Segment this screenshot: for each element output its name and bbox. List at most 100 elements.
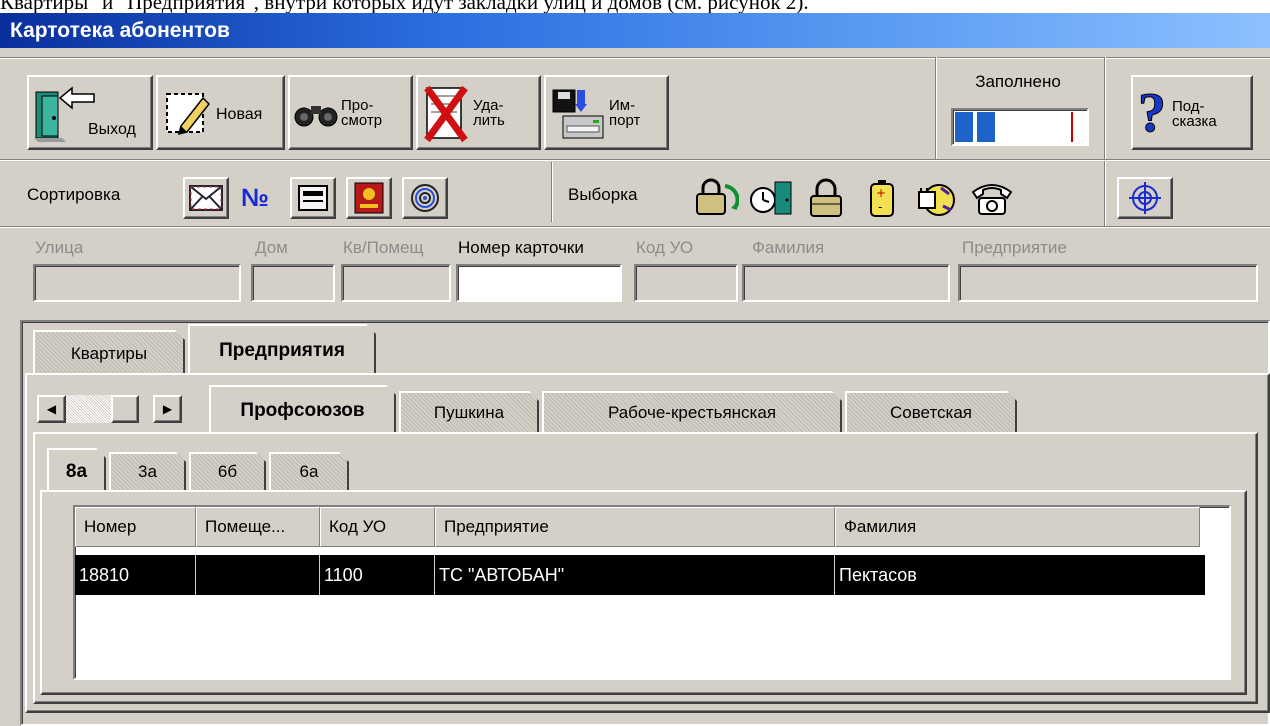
cell-premises: [196, 555, 320, 595]
binoculars-icon: [294, 105, 338, 126]
tab-street-label: Пушкина: [433, 403, 505, 422]
card-number-field[interactable]: [456, 264, 622, 302]
sort-by-fingerprint-button[interactable]: [402, 177, 448, 219]
svg-text:-: -: [878, 200, 882, 214]
enterprise-field[interactable]: [958, 264, 1258, 302]
new-card-icon: [166, 92, 211, 135]
grid-header: Номер Помеще... Код УО Предприятие Фамил…: [75, 507, 1229, 547]
cell-enterprise: ТС "АВТОБАН": [435, 555, 835, 595]
house-field[interactable]: [251, 264, 335, 302]
help-button[interactable]: ? Под- сказка: [1131, 75, 1253, 150]
register-icon: [298, 185, 328, 211]
svg-text:?: ?: [1138, 85, 1166, 141]
question-mark-icon: ?: [1138, 85, 1167, 141]
tab-street-profsoyuzov[interactable]: Профсоюзов: [209, 385, 396, 435]
import-button[interactable]: Им- порт: [544, 75, 669, 150]
surname-field[interactable]: [742, 264, 950, 302]
exit-door-icon: [34, 85, 95, 142]
help-button-label: Под- сказка: [1172, 97, 1217, 130]
column-header[interactable]: Фамилия: [835, 507, 1200, 547]
svg-text:+: +: [876, 186, 886, 200]
document-caption: Квартиры" и "Предприятия", внутри которы…: [0, 0, 809, 13]
tab-house-6b[interactable]: 6б: [189, 452, 266, 490]
select-plug-button[interactable]: [910, 176, 962, 220]
enterprise-label: Предприятие: [962, 238, 1067, 257]
column-header[interactable]: Код УО: [320, 507, 435, 547]
sort-by-number-button[interactable]: №: [232, 177, 278, 219]
select-battery-button[interactable]: + -: [856, 176, 908, 220]
filled-label: Заполнено: [975, 72, 1061, 91]
subscriber-grid[interactable]: Номер Помеще... Код УО Предприятие Фамил…: [73, 505, 1231, 680]
column-header[interactable]: Помеще...: [196, 507, 320, 547]
tab-street-label: Профсоюзов: [240, 400, 365, 421]
delete-button-label: Уда- лить: [473, 96, 505, 129]
tab-apartments-label: Квартиры: [70, 343, 148, 363]
target-button[interactable]: [1117, 177, 1173, 219]
select-locked-button[interactable]: [688, 176, 744, 220]
filled-progress: [951, 108, 1089, 146]
street-field[interactable]: [33, 264, 241, 302]
crosshair-icon: [1129, 182, 1161, 214]
tab-street-pushkina[interactable]: Пушкина: [399, 391, 539, 433]
lock-cycle-icon: [696, 178, 739, 215]
right-divider: [1104, 57, 1106, 227]
plug-icon: [918, 184, 955, 216]
progress-block-2: [977, 112, 995, 142]
progress-marker: [1071, 112, 1073, 142]
row-separator-2: [0, 226, 1270, 228]
new-button-label: Новая: [216, 105, 263, 123]
scroll-thumb[interactable]: [111, 395, 139, 423]
select-door-clock-button[interactable]: [746, 176, 798, 220]
padlock-icon: [810, 178, 842, 217]
sort-select-divider: [551, 162, 553, 222]
new-button[interactable]: Новая: [156, 75, 285, 150]
exit-button[interactable]: Выход: [27, 75, 153, 150]
row-separator-1: [0, 159, 1270, 161]
select-phone-button[interactable]: [966, 176, 1018, 220]
tab-house-3a[interactable]: 3а: [109, 452, 186, 490]
delete-button[interactable]: Уда- лить: [416, 75, 541, 150]
scroll-track[interactable]: [66, 395, 111, 423]
cell-uo-code: 1100: [320, 555, 435, 595]
view-button-label: Про- смотр: [341, 96, 383, 129]
tab-enterprises[interactable]: Предприятия: [188, 324, 376, 376]
sort-label: Сортировка: [27, 185, 121, 204]
battery-icon: + -: [870, 180, 894, 217]
tab-house-label: 8а: [65, 461, 88, 482]
select-lock-button[interactable]: [800, 176, 852, 220]
tab-street-raboche-krestyanskaya[interactable]: Рабоче-крестьянская: [542, 391, 842, 433]
sort-by-envelope-button[interactable]: [183, 177, 229, 219]
import-disk-icon: [552, 89, 604, 138]
scroll-right-button[interactable]: ▶: [153, 395, 182, 423]
table-row[interactable]: 18810 1100 ТС "АВТОБАН" Пектасов: [75, 555, 1205, 595]
apartment-label: Кв/Помещ: [343, 238, 424, 257]
surname-label: Фамилия: [752, 238, 825, 257]
cell-number: 18810: [75, 555, 196, 595]
tab-enterprises-label: Предприятия: [219, 340, 345, 361]
sort-by-passport-button[interactable]: [346, 177, 392, 219]
column-header[interactable]: Предприятие: [435, 507, 835, 547]
tab-house-label: 6а: [299, 462, 319, 481]
cell-surname: Пектасов: [839, 564, 917, 585]
column-header[interactable]: Номер: [75, 507, 196, 547]
uo-code-field[interactable]: [634, 264, 738, 302]
number-sign-icon: №: [241, 183, 269, 212]
tab-house-label: 6б: [217, 462, 238, 481]
passport-icon: [354, 182, 384, 214]
view-button[interactable]: Про- смотр: [288, 75, 413, 150]
tab-house-6a[interactable]: 6а: [269, 452, 349, 490]
street-label: Улица: [35, 238, 84, 257]
delete-card-icon: [424, 85, 468, 142]
window-title: Картотека абонентов: [0, 13, 1270, 48]
door-clock-icon: [750, 181, 792, 215]
scroll-left-button[interactable]: ◀: [37, 395, 66, 423]
progress-block-1: [955, 112, 973, 142]
apartment-field[interactable]: [341, 264, 451, 302]
tab-house-8a[interactable]: 8а: [47, 448, 106, 494]
toolbar-separator: [0, 57, 1270, 59]
envelope-icon: [189, 185, 223, 211]
tab-apartments[interactable]: Квартиры: [33, 330, 185, 375]
tab-street-sovetskaya[interactable]: Советская: [845, 391, 1017, 433]
sort-by-register-button[interactable]: [290, 177, 336, 219]
telephone-icon: [971, 184, 1013, 215]
